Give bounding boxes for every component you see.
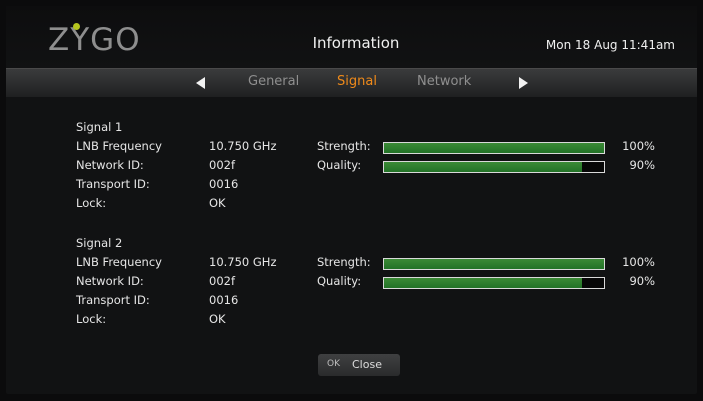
- network-id-label: Network ID:: [76, 158, 144, 172]
- info-row: Transport ID: 0016: [6, 293, 697, 311]
- info-row: LNB Frequency 10.750 GHz Strength: 100%: [6, 139, 697, 157]
- page-title: Information: [312, 34, 400, 52]
- transport-id-value: 0016: [209, 177, 239, 191]
- information-screen: ZYGO Information Mon 18 Aug 11:41am Gene…: [6, 6, 697, 394]
- lock-value: OK: [209, 196, 226, 210]
- lock-label: Lock:: [76, 312, 107, 326]
- quality-label: Quality:: [317, 274, 362, 288]
- lock-label: Lock:: [76, 196, 107, 210]
- tab-signal[interactable]: Signal: [337, 74, 377, 89]
- tab-network[interactable]: Network: [417, 74, 471, 89]
- network-id-value: 002f: [209, 158, 235, 172]
- meter-fill: [384, 278, 582, 288]
- logo-text: ZYGO: [48, 22, 141, 58]
- transport-id-label: Transport ID:: [76, 177, 150, 191]
- lnb-frequency-label: LNB Frequency: [76, 255, 162, 269]
- arrow-right-icon[interactable]: [519, 77, 528, 89]
- strength-percent: 100%: [622, 139, 655, 153]
- strength-label: Strength:: [317, 139, 371, 153]
- meter-fill: [384, 143, 604, 153]
- info-row: LNB Frequency 10.750 GHz Strength: 100%: [6, 255, 697, 273]
- logo-dot-icon: [73, 23, 80, 30]
- zygo-logo: ZYGO: [48, 20, 140, 60]
- network-id-label: Network ID:: [76, 274, 144, 288]
- strength-percent: 100%: [622, 255, 655, 269]
- close-button[interactable]: OK Close: [318, 354, 400, 376]
- strength-meter: [383, 258, 605, 270]
- network-id-value: 002f: [209, 274, 235, 288]
- signal-title: Signal 1: [76, 120, 123, 134]
- strength-meter: [383, 142, 605, 154]
- quality-meter: [383, 277, 605, 289]
- header: ZYGO Information Mon 18 Aug 11:41am: [6, 6, 697, 68]
- quality-percent: 90%: [629, 274, 655, 288]
- info-row: Lock: OK: [6, 196, 697, 214]
- meter-fill: [384, 162, 582, 172]
- info-row: Network ID: 002f Quality: 90%: [6, 274, 697, 292]
- tab-bar: General Signal Network: [6, 68, 697, 97]
- quality-meter: [383, 161, 605, 173]
- lnb-frequency-value: 10.750 GHz: [209, 255, 277, 269]
- info-row: Network ID: 002f Quality: 90%: [6, 158, 697, 176]
- info-row: Transport ID: 0016: [6, 177, 697, 195]
- ok-key-icon: OK: [327, 359, 340, 369]
- lnb-frequency-value: 10.750 GHz: [209, 139, 277, 153]
- signal-title-row: Signal 1: [6, 120, 697, 138]
- transport-id-label: Transport ID:: [76, 293, 150, 307]
- signal-title-row: Signal 2: [6, 236, 697, 254]
- lnb-frequency-label: LNB Frequency: [76, 139, 162, 153]
- lock-value: OK: [209, 312, 226, 326]
- info-row: Lock: OK: [6, 312, 697, 330]
- meter-fill: [384, 259, 604, 269]
- quality-percent: 90%: [629, 158, 655, 172]
- signal-title: Signal 2: [76, 236, 123, 250]
- tab-general[interactable]: General: [248, 74, 299, 89]
- strength-label: Strength:: [317, 255, 371, 269]
- clock-datetime: Mon 18 Aug 11:41am: [545, 38, 675, 52]
- transport-id-value: 0016: [209, 293, 239, 307]
- close-label: Close: [352, 358, 382, 371]
- quality-label: Quality:: [317, 158, 362, 172]
- arrow-left-icon[interactable]: [196, 77, 205, 89]
